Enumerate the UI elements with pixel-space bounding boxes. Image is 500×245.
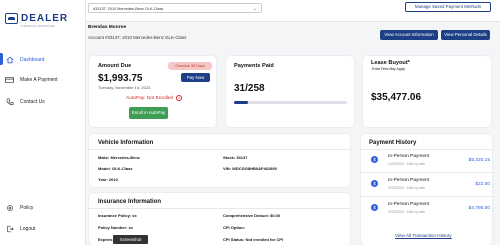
payment-title: In-Person Payment — [388, 178, 430, 183]
divider — [361, 172, 492, 173]
topbar: #33137: 2010 Mercedes-Benz GLK-Class ⌄ M… — [86, 0, 500, 22]
payment-amount: $4,785.00 — [468, 206, 490, 211]
car-logo-icon — [5, 13, 18, 24]
divider — [89, 149, 350, 150]
sidebar-item-logout[interactable]: Logout — [5, 224, 35, 234]
policy-expires: Expires — [98, 237, 113, 242]
vehicle-year: Year: 2010 — [98, 177, 118, 182]
payment-history-item[interactable]: $ In-Person Payment 10/08/2023 · Paid by… — [366, 152, 490, 172]
vehicle-vin: VIN: WDCGG8HB0AF462890 — [223, 166, 277, 171]
cpi-option: CPI Option: — [223, 225, 245, 230]
card-icon — [5, 76, 14, 85]
view-personal-details-button[interactable]: View Personal Details — [441, 30, 490, 40]
pay-now-button[interactable]: Pay Now — [181, 73, 210, 82]
sidebar-item-make-payment[interactable]: Make A Payment — [5, 75, 58, 85]
phone-icon — [5, 98, 14, 107]
payment-amount: $22.00 — [475, 182, 490, 187]
overdue-badge: Overdue 35 Days — [168, 62, 212, 70]
sidebar-item-contact[interactable]: Contact Us — [5, 97, 45, 107]
autopay-status: AutoPay: Not Enrolled × — [126, 95, 183, 101]
amount-due-title: Amount Due — [98, 63, 132, 69]
chevron-down-icon: ⌄ — [252, 5, 257, 12]
autopay-status-text: AutoPay: Not Enrolled — [126, 95, 174, 101]
insurance-info-title: Insurance Information — [98, 199, 162, 205]
cpi-status: CPI Status: Not enrolled for CPI — [223, 237, 284, 242]
divider — [361, 149, 492, 150]
view-account-info-button[interactable]: View Account Information — [380, 30, 438, 40]
vehicle-make: Make: Mercedes-Benz — [98, 155, 140, 160]
lease-buyout-amount: $35,477.06 — [371, 92, 422, 103]
payment-subtitle: 07/30/2023 · Paid by cash — [388, 210, 426, 214]
brand-tagline: FINANCIAL SOLUTIONS — [21, 25, 55, 28]
settings-icon — [5, 204, 14, 213]
lease-buyout-title: Lease Buyout* — [371, 60, 410, 66]
vehicle-stock: Stock: 33137 — [223, 155, 248, 160]
sidebar-item-label: Policy — [20, 205, 34, 211]
home-icon — [5, 56, 14, 65]
amount-due-value: $1,993.75 — [98, 73, 143, 84]
payment-history-item[interactable]: $ In-Person Payment 07/30/2023 · Paid by… — [366, 200, 490, 220]
logout-icon — [5, 225, 14, 234]
dollar-icon: $ — [371, 180, 378, 187]
payments-progress-bar — [234, 101, 347, 104]
view-all-transactions-link[interactable]: View All Transaction History — [395, 233, 452, 238]
sidebar-item-label: Contact Us — [20, 99, 45, 105]
due-date: Tuesday, November 14, 2023 — [98, 85, 151, 90]
sidebar-item-policy[interactable]: Policy — [5, 203, 33, 213]
brand-name: DEALER — [21, 13, 69, 24]
sidebar-item-dashboard[interactable]: Dashboard — [5, 55, 44, 65]
account-holder-name: Brendan Monroe — [88, 25, 127, 30]
logo[interactable]: DEALER — [5, 13, 68, 24]
close-circle-icon: × — [176, 95, 183, 101]
payment-title: In-Person Payment — [388, 202, 430, 207]
payments-paid-count: 31/258 — [234, 83, 265, 94]
payment-subtitle: 10/08/2023 · Paid by cash — [388, 162, 426, 166]
policy-number: Policy Number: xx — [98, 225, 133, 230]
account-number: Account #33137: 2010 Mercedes-Benz GLK-C… — [88, 35, 187, 40]
enroll-autopay-button[interactable]: Enroll in AutoPay — [129, 107, 168, 119]
dollar-icon: $ — [371, 204, 378, 211]
vehicle-select-value: #33137: 2010 Mercedes-Benz GLK-Class — [93, 6, 164, 11]
vehicle-info-title: Vehicle Information — [98, 140, 154, 146]
active-indicator — [0, 53, 3, 65]
payment-amount: $5,320.15 — [468, 158, 490, 163]
dollar-icon: $ — [371, 156, 378, 163]
payments-paid-title: Payments Paid — [234, 63, 274, 69]
sidebar-item-label: Dashboard — [20, 57, 45, 63]
payment-history-title: Payment History — [369, 140, 417, 146]
vehicle-model: Model: GLK-Class — [98, 166, 133, 171]
divider — [89, 208, 350, 209]
payment-title: In-Person Payment — [388, 154, 430, 159]
payments-progress-fill — [234, 101, 248, 104]
sidebar: DEALER FINANCIAL SOLUTIONS Dashboard Mak… — [0, 0, 86, 245]
comprehensive-deduct: Comprehensive Deduct: $0.00 — [223, 213, 281, 218]
sidebar-item-label: Make A Payment — [20, 77, 58, 83]
manage-payment-methods-button[interactable]: Manage Saved Payment Methods — [405, 2, 491, 12]
sidebar-item-label: Logout — [20, 226, 36, 232]
lease-buyout-note: Extra Fees May Apply — [372, 67, 406, 71]
payment-subtitle: 07/30/2023 · Paid by cash — [388, 186, 426, 190]
insurance-policy: Insurance Policy: xx — [98, 213, 137, 218]
divider — [361, 196, 492, 197]
screenshot-tooltip: Screenshot — [113, 235, 148, 244]
payment-history-item[interactable]: $ In-Person Payment 07/30/2023 · Paid by… — [366, 176, 490, 196]
vehicle-select[interactable]: #33137: 2010 Mercedes-Benz GLK-Class ⌄ — [88, 3, 262, 13]
